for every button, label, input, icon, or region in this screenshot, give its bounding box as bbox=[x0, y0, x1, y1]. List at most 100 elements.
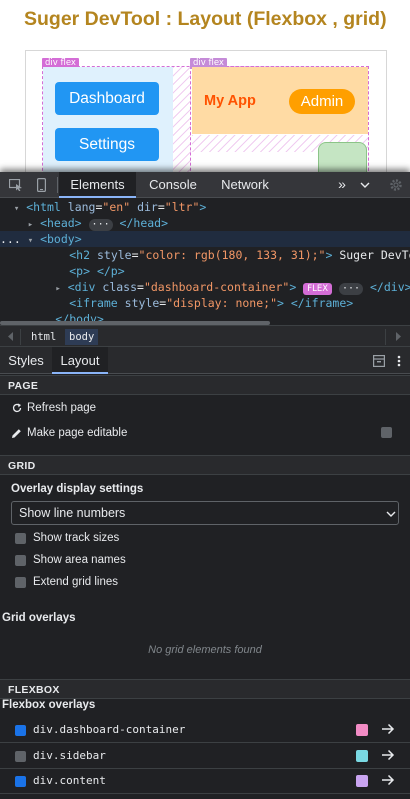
dom-node-html[interactable]: ▾ <html lang="en" dir="ltr"> bbox=[0, 199, 410, 215]
web-page-viewport: Suger DevTool : Layout (Flexbox , grid) … bbox=[0, 0, 410, 172]
dom-node-head[interactable]: ▸ <head> ··· </head> bbox=[0, 215, 410, 231]
app-name: My App bbox=[204, 93, 256, 109]
overlay-color-swatch[interactable] bbox=[356, 775, 368, 787]
no-grid-elements-message: No grid elements found bbox=[148, 644, 262, 656]
code-token: </iframe> bbox=[290, 296, 354, 310]
flex-overlay-row: div.dashboard-container bbox=[0, 718, 410, 743]
code-token: <iframe bbox=[69, 296, 118, 310]
chevron-down-icon[interactable] bbox=[360, 182, 370, 188]
flex-badge[interactable]: FLEX bbox=[303, 283, 333, 295]
expand-ellipsis[interactable]: ··· bbox=[88, 219, 113, 231]
code-token: style bbox=[124, 296, 160, 310]
arrow-right-icon[interactable] bbox=[381, 749, 395, 761]
arrow-right-icon[interactable] bbox=[381, 774, 395, 786]
grid-line-label-select[interactable]: Show line numbers bbox=[11, 501, 399, 525]
code-token: Suger DevTool bbox=[339, 248, 410, 262]
code-token: class bbox=[102, 280, 138, 294]
tab-network[interactable]: Network bbox=[214, 172, 276, 198]
sidebar-pane-tabs: Styles Layout bbox=[0, 347, 410, 374]
flex-overlay-checkbox[interactable] bbox=[15, 725, 26, 736]
dom-node-p[interactable]: <p> </p> bbox=[0, 263, 410, 279]
overlay-color-swatch[interactable] bbox=[356, 724, 368, 736]
code-token: "ltr" bbox=[164, 200, 200, 214]
device-toolbar-icon[interactable] bbox=[37, 178, 46, 192]
code-token: "display: none;" bbox=[166, 296, 277, 310]
code-token: <h2 bbox=[69, 248, 91, 262]
breadcrumb: html body bbox=[0, 325, 410, 347]
more-tabs-button[interactable]: » bbox=[334, 172, 350, 198]
code-token: </head> bbox=[119, 216, 169, 230]
flexbox-overlays-title: Flexbox overlays bbox=[2, 699, 96, 711]
extend-grid-lines-checkbox[interactable] bbox=[15, 577, 26, 588]
flex-overlay-checkbox[interactable] bbox=[15, 751, 26, 762]
settings-gear-icon[interactable] bbox=[389, 178, 403, 192]
breadcrumb-divider bbox=[385, 329, 386, 345]
flex-overlay-row: div.sidebar bbox=[0, 744, 410, 769]
flex-overlay-label: div.dashboard-container bbox=[33, 723, 186, 736]
breadcrumb-html[interactable]: html bbox=[27, 329, 60, 345]
code-token: <div bbox=[67, 280, 96, 294]
devtools-tab-bar: Elements Console Network » bbox=[0, 172, 410, 198]
dashboard-button[interactable]: Dashboard bbox=[55, 82, 159, 115]
code-token: </div> bbox=[370, 280, 410, 294]
dom-node-dashboard-container[interactable]: ▸ <div class="dashboard-container"> FLEX… bbox=[0, 279, 410, 295]
dom-node-body[interactable]: ... ▾ <body> bbox=[0, 231, 410, 247]
breadcrumb-divider bbox=[20, 329, 21, 345]
section-flexbox-heading: FLEXBOX bbox=[0, 679, 410, 699]
flex-overlay-row: div.content bbox=[0, 769, 410, 794]
page-heading: Suger DevTool : Layout (Flexbox , grid) bbox=[24, 8, 387, 30]
toolbar-divider bbox=[57, 177, 58, 193]
show-area-names-checkbox[interactable] bbox=[15, 555, 26, 566]
code-token: <p> </p> bbox=[69, 264, 125, 278]
content-card bbox=[318, 142, 367, 172]
tab-elements[interactable]: Elements bbox=[59, 172, 136, 198]
tab-layout[interactable]: Layout bbox=[52, 347, 108, 374]
flex-overlay-label: div.sidebar bbox=[33, 749, 106, 762]
grid-overlays-title: Grid overlays bbox=[2, 612, 76, 624]
devtools-panel: Elements Console Network » ▾ <html lang=… bbox=[0, 172, 410, 799]
breadcrumb-body[interactable]: body bbox=[65, 329, 99, 345]
code-token: > bbox=[289, 280, 297, 294]
pencil-icon bbox=[12, 429, 21, 438]
code-token: > bbox=[199, 200, 207, 214]
show-track-sizes-label: Show track sizes bbox=[33, 532, 120, 544]
settings-button[interactable]: Settings bbox=[55, 128, 159, 161]
expand-ellipsis[interactable]: ··· bbox=[339, 283, 364, 295]
make-page-editable-label: Make page editable bbox=[27, 427, 128, 439]
flex-gap-hatch bbox=[173, 67, 191, 172]
extend-grid-lines-label: Extend grid lines bbox=[33, 576, 119, 588]
admin-button[interactable]: Admin bbox=[289, 89, 355, 114]
overlay-display-settings-title: Overlay display settings bbox=[11, 483, 144, 495]
chevron-down-icon bbox=[386, 511, 396, 517]
select-value: Show line numbers bbox=[19, 506, 126, 520]
section-grid-heading: GRID bbox=[0, 455, 410, 475]
refresh-page-button[interactable]: Refresh page bbox=[27, 402, 96, 414]
dom-node-iframe[interactable]: <iframe style="display: none;"> </iframe… bbox=[0, 295, 410, 311]
code-token: "color: rgb(180, 133, 31);" bbox=[138, 248, 326, 262]
code-token: <body> bbox=[40, 232, 82, 246]
dom-node-h2[interactable]: <h2 style="color: rgb(180, 133, 31);"> S… bbox=[0, 247, 410, 263]
inspect-element-icon[interactable] bbox=[9, 179, 23, 191]
arrow-right-icon[interactable] bbox=[381, 723, 395, 735]
code-token: <head> bbox=[40, 216, 82, 230]
code-token: style bbox=[96, 248, 132, 262]
show-track-sizes-checkbox[interactable] bbox=[15, 533, 26, 544]
overlay-color-swatch[interactable] bbox=[356, 750, 368, 762]
tab-console[interactable]: Console bbox=[140, 172, 206, 198]
section-page-heading: PAGE bbox=[0, 375, 410, 395]
make-page-editable-checkbox[interactable] bbox=[381, 427, 392, 438]
toggle-sidebar-icon[interactable] bbox=[373, 355, 385, 367]
flex-overlay-checkbox[interactable] bbox=[15, 776, 26, 787]
code-token: dir bbox=[137, 200, 158, 214]
tab-styles[interactable]: Styles bbox=[0, 347, 52, 374]
scroll-left-icon[interactable] bbox=[8, 332, 14, 341]
refresh-icon bbox=[12, 403, 22, 413]
code-token: "en" bbox=[102, 200, 131, 214]
more-options-icon[interactable] bbox=[397, 355, 401, 367]
flex-overlay-label: div.content bbox=[33, 774, 106, 787]
code-token: > bbox=[277, 296, 284, 310]
selected-node-marker: ... bbox=[0, 232, 21, 246]
dom-tree: ▾ <html lang="en" dir="ltr"> ▸ <head> ··… bbox=[0, 199, 410, 323]
code-token: lang bbox=[67, 200, 96, 214]
scroll-right-icon[interactable] bbox=[395, 332, 401, 341]
